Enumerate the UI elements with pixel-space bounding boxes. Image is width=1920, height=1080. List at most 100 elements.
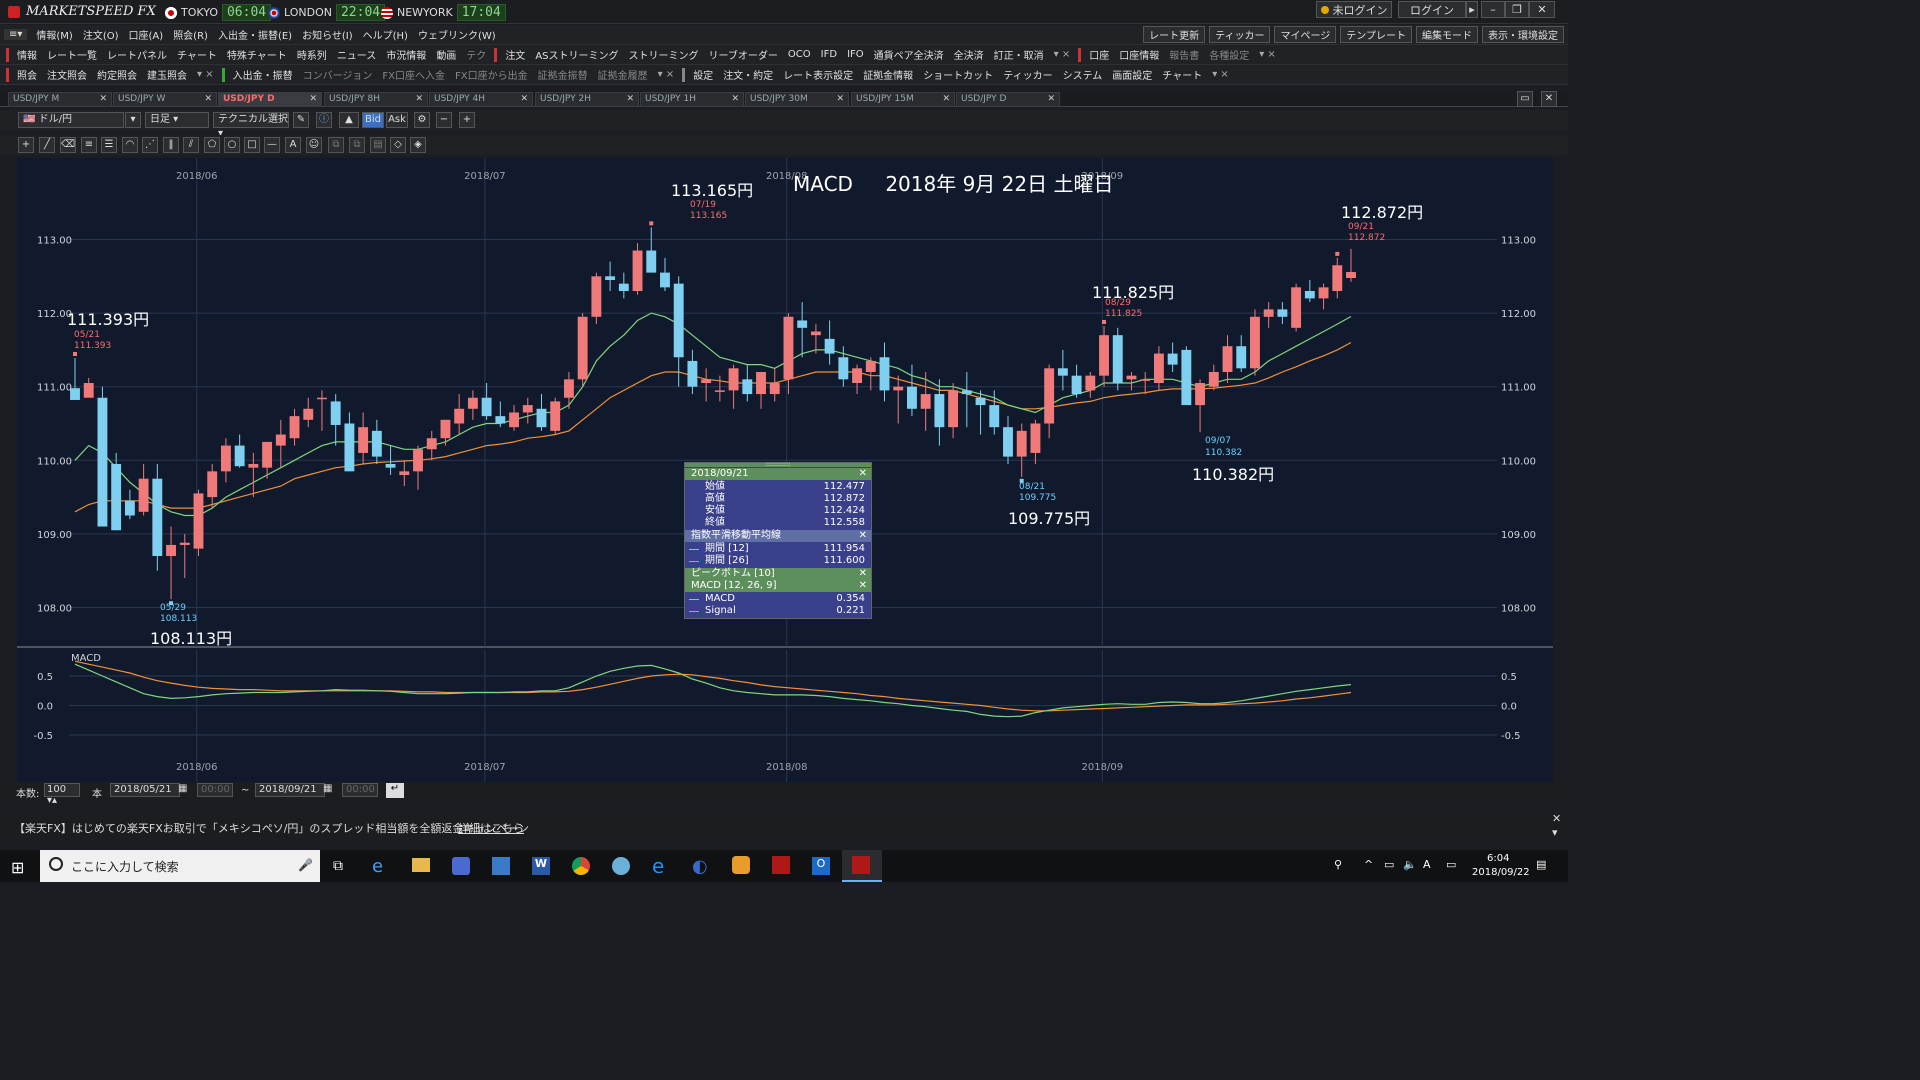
calculator-icon[interactable] <box>452 857 470 875</box>
app-window-icon[interactable] <box>492 857 510 875</box>
toolbar-item[interactable]: ストリーミング <box>624 47 704 62</box>
close-icon[interactable]: ✕ <box>415 93 423 106</box>
ask-button[interactable]: Ask <box>386 112 408 128</box>
app-icon[interactable]: ◐ <box>692 856 708 877</box>
from-date-field[interactable]: 2018/05/21 <box>110 783 180 797</box>
text-icon[interactable]: A <box>285 137 301 153</box>
crosshair-icon[interactable]: + <box>18 137 34 153</box>
layers-icon[interactable]: ▤ <box>370 137 386 153</box>
ohlc-info-panel[interactable]: :::::::::::: 2018/09/21 ✕ 始値 112.477 高値 112… <box>684 462 872 619</box>
mypage-button[interactable]: マイページ <box>1274 26 1337 43</box>
currency-pair-select[interactable]: 🇺🇸 ドル/円 <box>18 112 124 128</box>
login-status[interactable]: 未ログイン <box>1316 1 1392 18</box>
to-date-field[interactable]: 2018/09/21 <box>255 783 325 797</box>
channel-icon[interactable]: ⫽ <box>183 137 199 153</box>
circle-icon[interactable]: ○ <box>224 137 240 153</box>
count-select[interactable]: 100 ▾▴ <box>44 783 80 806</box>
file-explorer-icon[interactable] <box>412 858 430 872</box>
from-time-field[interactable]: 00:00 <box>197 783 233 797</box>
toolbar-item[interactable]: 特殊チャート <box>222 47 292 62</box>
microphone-icon[interactable]: 🎤 <box>298 858 313 872</box>
toolbar-item[interactable]: 入出金・振替 <box>228 67 298 82</box>
fibonacci-icon[interactable]: ☰ <box>101 137 117 153</box>
arc-icon[interactable]: ◠ <box>122 137 138 153</box>
app-icon[interactable] <box>732 856 750 874</box>
toolbar-item[interactable]: 通貨ペア全決済 <box>869 47 949 62</box>
menu-item[interactable]: 照会(R) <box>168 27 213 42</box>
close-icon[interactable]: ✕ <box>1047 93 1055 106</box>
chevron-down-icon[interactable]: ▾ <box>125 112 141 128</box>
toolbar-item[interactable]: 約定照会 <box>92 67 142 82</box>
fan-icon[interactable]: ⋰ <box>142 137 158 153</box>
toolbar-item[interactable]: 情報 <box>12 47 42 62</box>
menu-item[interactable]: 入出金・振替(E) <box>213 27 297 42</box>
chrome-icon[interactable] <box>572 857 590 875</box>
login-button[interactable]: ログイン <box>1398 1 1466 18</box>
settings-icon[interactable]: ⚙ <box>414 112 430 128</box>
copy-icon[interactable]: ⧉ <box>328 137 344 153</box>
close-icon[interactable]: ✕ <box>942 93 950 106</box>
dropdown-icon[interactable]: ▾ × <box>653 69 680 80</box>
notifications-icon[interactable]: ▤ <box>1536 858 1546 871</box>
ime-indicator[interactable]: A <box>1423 858 1431 871</box>
minimize-button[interactable]: – <box>1481 1 1505 18</box>
toolbar-item[interactable]: 注文・約定 <box>718 67 778 82</box>
menu-icon[interactable]: ≡▾ <box>4 29 28 40</box>
toolbar-item[interactable]: リーブオーダー <box>704 47 783 62</box>
pen-icon[interactable]: ✎ <box>293 112 309 128</box>
toolbar-item[interactable]: 証拠金履歴 <box>593 67 653 82</box>
paste-icon[interactable]: ⧉ <box>349 137 365 153</box>
chart-tab[interactable]: USD/JPY 1H ✕ <box>640 92 744 107</box>
word-icon[interactable]: W <box>532 857 550 875</box>
trend-line-icon[interactable]: ╱ <box>39 137 55 153</box>
eraser-all-icon[interactable]: ◇ <box>390 137 406 153</box>
toolbar-item[interactable]: チャート <box>172 47 222 62</box>
horizontal-line-icon[interactable]: — <box>264 137 280 153</box>
measure-icon[interactable]: ◈ <box>410 137 426 153</box>
toolbar-item[interactable]: レート一覧 <box>42 47 102 62</box>
close-icon[interactable]: ✕ <box>859 568 867 580</box>
toolbar-item[interactable]: レート表示設定 <box>778 67 858 82</box>
rate-update-button[interactable]: レート更新 <box>1143 26 1206 43</box>
toolbar-item[interactable]: 設定 <box>688 67 718 82</box>
people-icon[interactable]: ⚲ <box>1334 858 1342 871</box>
keyboard-icon[interactable]: ▭ <box>1446 858 1456 871</box>
toolbar-item[interactable]: 訂正・取消 <box>989 47 1049 62</box>
close-icon[interactable]: ✕ <box>99 93 107 106</box>
toolbar-item[interactable]: FX口座へ入金 <box>377 67 450 82</box>
chart-tab[interactable]: USD/JPY 8H ✕ <box>324 92 428 107</box>
toolbar-item[interactable]: IFD <box>816 49 842 60</box>
template-button[interactable]: テンプレート <box>1340 26 1412 43</box>
toolbar-item[interactable]: 注文照会 <box>42 67 92 82</box>
menu-item[interactable]: ヘルプ(H) <box>358 27 413 42</box>
news-link[interactable]: 詳細はこちら <box>458 820 524 836</box>
eraser-icon[interactable]: ⌫ <box>60 137 76 153</box>
zoom-in-icon[interactable]: + <box>459 112 475 128</box>
toolbar-item[interactable]: 画面設定 <box>1107 67 1157 82</box>
chart-tab[interactable]: USD/JPY W ✕ <box>113 92 217 107</box>
chart-tab[interactable]: USD/JPY 4H ✕ <box>429 92 533 107</box>
drag-handle[interactable]: :::::::::::: <box>685 462 871 468</box>
task-view-icon[interactable]: ⧉ <box>333 858 343 874</box>
chevron-down-icon[interactable]: ▾ <box>1552 826 1558 839</box>
toolbar-item[interactable]: 動画 <box>431 47 461 62</box>
edge-icon[interactable]: e <box>652 854 664 878</box>
menu-item[interactable]: ウェブリンク(W) <box>413 27 501 42</box>
horizontal-lines-icon[interactable]: ≡ <box>81 137 97 153</box>
marketspeed-icon[interactable] <box>772 856 790 874</box>
bid-button[interactable]: Bid <box>362 112 384 128</box>
close-icon[interactable]: ✕ <box>626 93 634 106</box>
close-icon[interactable]: ✕ <box>836 93 844 106</box>
dropdown-icon[interactable]: ▾ × <box>1207 69 1234 80</box>
restore-window-icon[interactable]: ▭ <box>1517 91 1533 107</box>
toolbar-item[interactable]: 建玉照会 <box>142 67 192 82</box>
toolbar-item[interactable]: ショートカット <box>918 67 998 82</box>
outlook-icon[interactable]: O <box>812 857 830 875</box>
pentagon-icon[interactable]: ⬠ <box>204 137 220 153</box>
toolbar-item[interactable]: 市況情報 <box>381 47 431 62</box>
chart-tab[interactable]: USD/JPY M ✕ <box>8 92 112 107</box>
dropdown-icon[interactable]: ▾ × <box>1254 49 1281 60</box>
toolbar-item[interactable]: コンバージョン <box>298 67 378 82</box>
taskbar-time[interactable]: 6:04 <box>1487 853 1509 864</box>
toolbar-item[interactable]: 報告書 <box>1164 47 1204 62</box>
